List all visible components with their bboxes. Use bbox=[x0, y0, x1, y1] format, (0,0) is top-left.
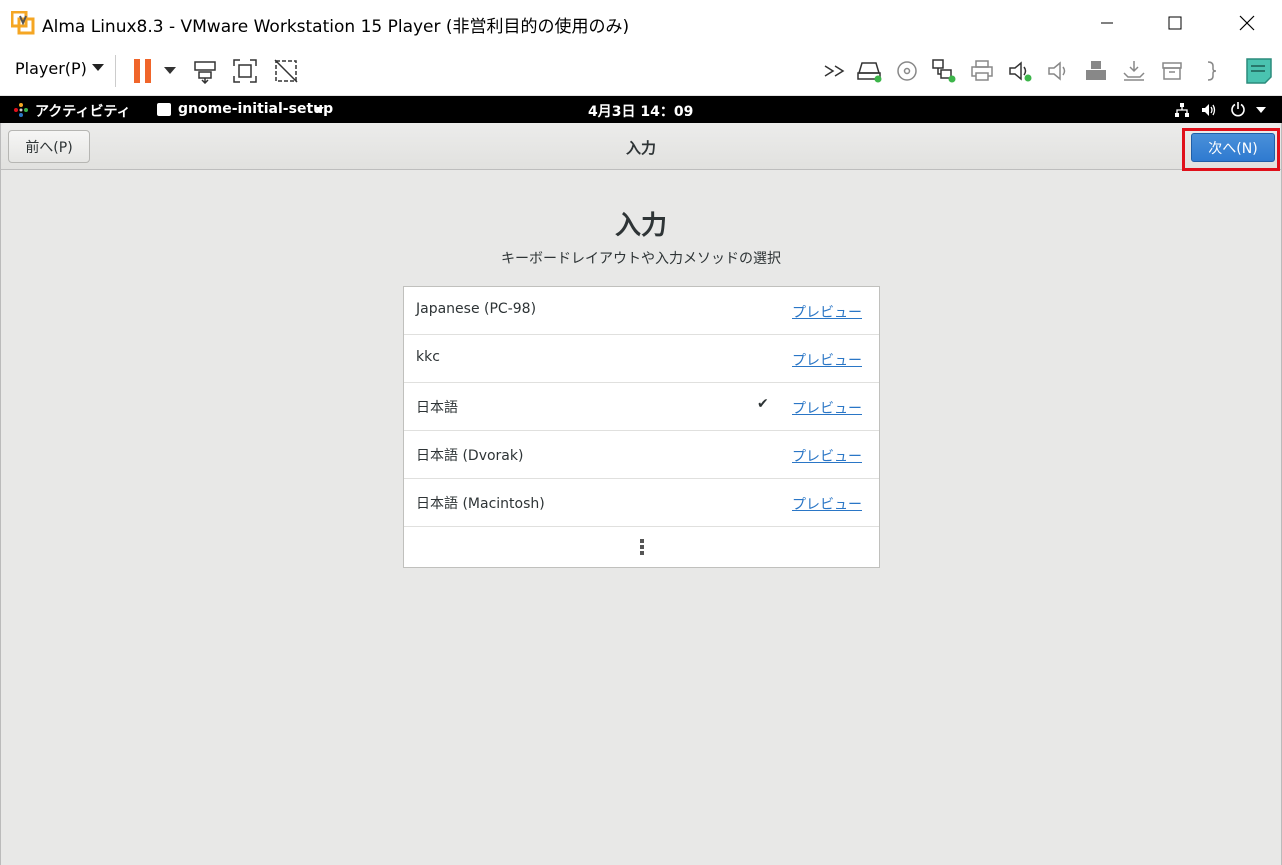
vmware-logo-icon bbox=[11, 11, 35, 35]
more-devices-button[interactable] bbox=[820, 56, 850, 86]
list-item[interactable]: kkc プレビュー bbox=[404, 335, 879, 383]
minimize-button[interactable] bbox=[1084, 0, 1130, 46]
checkmark-icon: ✔ bbox=[757, 396, 769, 412]
toolbar-separator bbox=[115, 55, 116, 87]
double-chevron-right-icon bbox=[824, 65, 845, 77]
fullscreen-button[interactable] bbox=[230, 56, 260, 86]
list-item[interactable]: 日本語 (Macintosh) プレビュー bbox=[404, 479, 879, 527]
speaker-icon bbox=[1048, 61, 1066, 81]
archive-icon bbox=[1162, 62, 1182, 80]
list-item[interactable]: Japanese (PC-98) プレビュー bbox=[404, 287, 879, 335]
volume-icon bbox=[1202, 104, 1216, 116]
close-icon bbox=[1239, 15, 1255, 31]
bracket-icon bbox=[1207, 61, 1217, 81]
removable-device-button[interactable] bbox=[1119, 56, 1149, 86]
speaker-icon bbox=[1009, 61, 1032, 82]
input-source-label: 日本語 (Macintosh) bbox=[416, 496, 545, 512]
vmware-toolbar: Player(P) bbox=[0, 46, 1282, 96]
app-window-icon bbox=[157, 103, 171, 116]
printer-icon bbox=[971, 60, 993, 81]
chevron-down-icon bbox=[1256, 107, 1266, 113]
gnome-top-bar: アクティビティ gnome-initial-setup 4月3日 14：09 bbox=[0, 96, 1282, 123]
maximize-icon bbox=[1168, 16, 1182, 30]
chevron-down-icon bbox=[164, 67, 176, 74]
minimize-icon bbox=[1101, 22, 1113, 24]
power-menu-caret-button[interactable] bbox=[157, 56, 183, 86]
input-source-label: 日本語 bbox=[416, 400, 458, 416]
unity-icon bbox=[274, 59, 298, 83]
hard-disk-icon bbox=[857, 62, 882, 83]
next-button[interactable]: 次へ(N) bbox=[1191, 133, 1275, 162]
activities-logo-icon bbox=[14, 103, 28, 117]
list-item[interactable]: 日本語 (Dvorak) プレビュー bbox=[404, 431, 879, 479]
show-more-button[interactable] bbox=[404, 527, 879, 567]
pause-icon bbox=[134, 59, 151, 83]
list-item[interactable]: 日本語 ✔ プレビュー bbox=[404, 383, 879, 431]
chevron-down-icon bbox=[314, 107, 324, 113]
app-menu[interactable]: gnome-initial-setup bbox=[178, 101, 333, 117]
power-icon bbox=[1231, 102, 1245, 117]
usb-device-button[interactable] bbox=[1081, 56, 1111, 86]
clock[interactable]: 4月3日 14：09 bbox=[588, 101, 693, 121]
network-wired-icon bbox=[1175, 103, 1189, 117]
input-source-list: Japanese (PC-98) プレビュー kkc プレビュー 日本語 ✔ プ… bbox=[403, 286, 880, 568]
page-description: キーボードレイアウトや入力メソッドの選択 bbox=[501, 251, 781, 267]
preview-link[interactable]: プレビュー bbox=[792, 350, 862, 370]
preview-link[interactable]: プレビュー bbox=[792, 494, 862, 514]
maximize-button[interactable] bbox=[1152, 0, 1198, 46]
message-log-button[interactable] bbox=[1244, 56, 1274, 86]
window-title: Alma Linux8.3 - VMware Workstation 15 Pl… bbox=[42, 17, 630, 37]
unity-button[interactable] bbox=[271, 56, 301, 86]
fullscreen-icon bbox=[233, 59, 257, 83]
close-button[interactable] bbox=[1224, 0, 1270, 46]
sound-device-2-button[interactable] bbox=[1043, 56, 1073, 86]
usb-device-icon bbox=[1086, 61, 1106, 80]
network-adapter-button[interactable] bbox=[929, 56, 959, 86]
sound-card-button[interactable] bbox=[1005, 56, 1035, 86]
player-menu[interactable]: Player(P) bbox=[15, 59, 87, 78]
download-tray-icon bbox=[1123, 61, 1145, 81]
pause-button[interactable] bbox=[128, 56, 158, 86]
activities-button[interactable]: アクティビティ bbox=[35, 101, 131, 121]
page-heading: 入力 bbox=[614, 211, 667, 241]
send-ctrl-alt-del-button[interactable] bbox=[190, 56, 220, 86]
header-title: 入力 bbox=[625, 139, 656, 157]
vertical-ellipsis-icon bbox=[639, 539, 644, 555]
input-source-label: kkc bbox=[416, 349, 440, 365]
preview-link[interactable]: プレビュー bbox=[792, 398, 862, 418]
cd-dvd-device-button[interactable] bbox=[892, 56, 922, 86]
send-keys-icon bbox=[194, 61, 216, 84]
archive-device-button[interactable] bbox=[1157, 56, 1187, 86]
window-titlebar: Alma Linux8.3 - VMware Workstation 15 Pl… bbox=[0, 0, 1282, 46]
printer-device-button[interactable] bbox=[967, 56, 997, 86]
note-icon bbox=[1246, 58, 1272, 84]
cd-icon bbox=[897, 61, 917, 81]
player-menu-caret-icon[interactable] bbox=[92, 64, 104, 71]
input-source-label: Japanese (PC-98) bbox=[416, 301, 537, 317]
header-bar: 前へ(P) 入力 次へ(N) bbox=[1, 123, 1281, 171]
serial-port-button[interactable] bbox=[1196, 56, 1226, 86]
network-adapter-icon bbox=[932, 59, 956, 83]
preview-link[interactable]: プレビュー bbox=[792, 446, 862, 466]
hard-disk-device-button[interactable] bbox=[854, 56, 884, 86]
preview-link[interactable]: プレビュー bbox=[792, 302, 862, 322]
input-source-label: 日本語 (Dvorak) bbox=[416, 448, 524, 464]
initial-setup-window: 前へ(P) 入力 次へ(N) 入力 キーボードレイアウトや入力メソッドの選択 J… bbox=[0, 123, 1282, 865]
